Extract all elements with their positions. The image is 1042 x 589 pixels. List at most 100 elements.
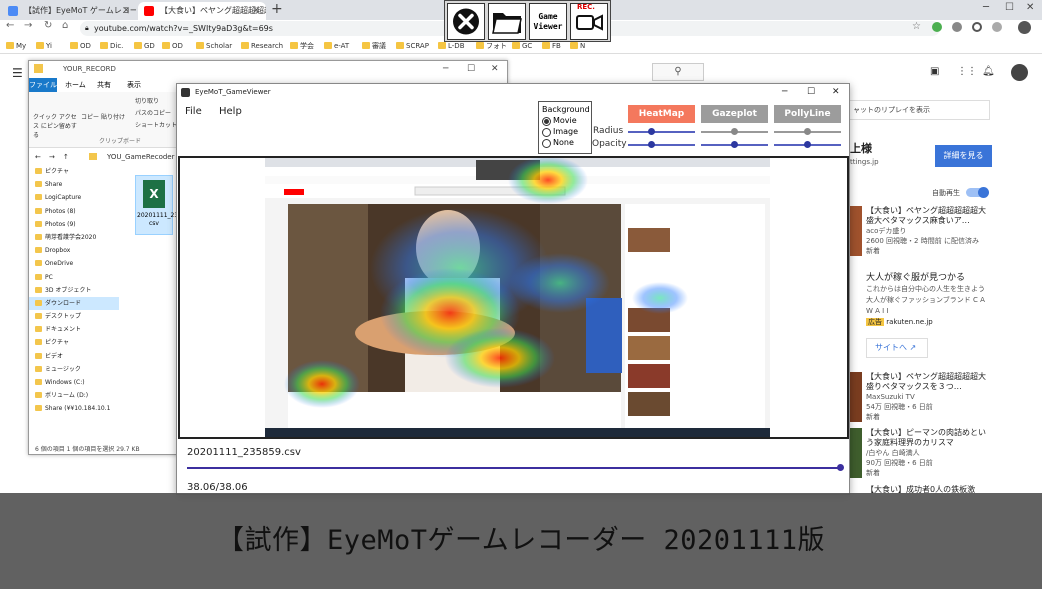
nav-item[interactable]: Windows (C:) xyxy=(29,376,119,389)
up-icon[interactable]: ↑ xyxy=(63,150,69,164)
bookmark-item[interactable]: Research xyxy=(241,38,283,54)
pollyline-button[interactable]: PollyLine xyxy=(774,105,841,123)
nav-item[interactable]: Share (¥¥10.184.10.1 xyxy=(29,402,119,415)
tab-close-icon[interactable]: ✕ xyxy=(252,2,260,20)
nav-item[interactable]: デスクトップ xyxy=(29,310,119,323)
home-icon[interactable]: ⌂ xyxy=(62,20,68,31)
slider-thumb[interactable] xyxy=(731,128,738,135)
nav-item[interactable]: ピクチャ xyxy=(29,336,119,349)
bookmark-item[interactable]: Dic. xyxy=(100,38,123,54)
nav-item[interactable]: ビデオ xyxy=(29,350,119,363)
slider-thumb[interactable] xyxy=(647,141,655,148)
heatmap-radius-slider[interactable] xyxy=(628,128,695,135)
slider-thumb[interactable] xyxy=(647,128,655,135)
nav-item[interactable]: Share xyxy=(29,178,119,191)
copy-button[interactable]: コピー xyxy=(81,112,99,121)
cut-button[interactable]: 切り取り xyxy=(135,96,159,105)
nav-item[interactable]: ピクチャ xyxy=(29,165,119,178)
ad-detail-button[interactable]: 詳細を見る xyxy=(935,145,992,167)
bookmark-item[interactable]: OD xyxy=(70,38,91,54)
csv-file-item[interactable]: X 20201111_23 csv xyxy=(135,175,178,235)
heatmap-opacity-slider[interactable] xyxy=(628,141,695,148)
bookmark-item[interactable]: SCRAP xyxy=(396,38,429,54)
nav-item[interactable]: LogiCapture xyxy=(29,191,119,204)
bookmark-item[interactable]: 学会 xyxy=(290,38,314,54)
bookmark-item[interactable]: My xyxy=(6,38,26,54)
nav-item[interactable]: Photos (8) xyxy=(29,205,119,218)
chat-replay-bar[interactable]: ャットのリプレイを表示 xyxy=(848,100,990,120)
copy-path-button[interactable]: パスのコピー xyxy=(135,108,171,117)
paste-button[interactable]: 貼り付け xyxy=(101,112,125,121)
nav-item[interactable]: Dropbox xyxy=(29,244,119,257)
visit-site-button[interactable]: サイトへ ↗ xyxy=(866,338,928,358)
nav-item[interactable]: ミュージック xyxy=(29,363,119,376)
pollyline-opacity-slider[interactable] xyxy=(774,141,841,148)
youtube-avatar[interactable] xyxy=(1011,64,1028,81)
bookmark-star-icon[interactable]: ☆ xyxy=(912,21,921,32)
profile-avatar[interactable] xyxy=(1018,21,1031,34)
bookmark-item[interactable]: OD xyxy=(162,38,183,54)
slider-thumb[interactable] xyxy=(804,128,811,135)
recorder-game-viewer-button[interactable]: Game Viewer xyxy=(529,3,567,40)
recorder-close-button[interactable] xyxy=(447,3,485,40)
new-tab-button[interactable]: + xyxy=(271,1,283,17)
radio-image[interactable]: Image xyxy=(542,126,588,137)
recorder-folder-button[interactable] xyxy=(488,3,526,40)
bookmark-item[interactable]: e-AT xyxy=(324,38,349,54)
browser-tab-youtube[interactable]: 【大食い】ペヤング超超超超超大 ✕ xyxy=(138,2,266,20)
close-window-icon[interactable]: ✕ xyxy=(1026,2,1034,13)
bookmark-item[interactable]: 審議 xyxy=(362,38,386,54)
slider-thumb[interactable] xyxy=(731,141,738,148)
heatmap-button[interactable]: HeatMap xyxy=(628,105,695,123)
minimize-icon[interactable]: ─ xyxy=(782,84,787,100)
close-icon[interactable]: ✕ xyxy=(491,61,499,77)
bookmark-item[interactable]: GD xyxy=(134,38,155,54)
related-video[interactable]: 【大食い】ペヤング超超超超超大盛大ペタマックス麻食いア… acoデカ盛り 260… xyxy=(866,206,986,256)
nav-item[interactable]: PC xyxy=(29,271,119,284)
close-icon[interactable]: ✕ xyxy=(832,84,840,100)
ribbon-tab-view[interactable]: 表示 xyxy=(127,80,141,90)
recorder-rec-button[interactable]: REC. xyxy=(570,3,608,40)
back-icon[interactable]: ← xyxy=(6,20,14,31)
nav-item[interactable]: ダウンロード xyxy=(29,296,119,311)
tab-close-icon[interactable]: ✕ xyxy=(122,2,130,20)
nav-item[interactable]: ボリューム (D:) xyxy=(29,389,119,402)
pollyline-radius-slider[interactable] xyxy=(774,128,841,135)
video-thumbnail[interactable] xyxy=(850,206,862,256)
forward-icon[interactable]: → xyxy=(24,20,32,31)
nav-item[interactable]: 3D オブジェクト xyxy=(29,284,119,297)
slider-thumb[interactable] xyxy=(804,141,811,148)
autoplay-toggle[interactable] xyxy=(966,187,989,198)
maximize-icon[interactable]: ☐ xyxy=(467,61,475,77)
heatmap-viewport[interactable] xyxy=(178,156,849,439)
gazeplot-opacity-slider[interactable] xyxy=(701,141,768,148)
nav-item[interactable]: ドキュメント xyxy=(29,323,119,336)
create-video-icon[interactable]: ▣ xyxy=(930,66,939,77)
radio-movie[interactable]: Movie xyxy=(542,115,588,126)
back-icon[interactable]: ← xyxy=(35,150,41,164)
radio-none[interactable]: None xyxy=(542,137,588,148)
extension-icon[interactable] xyxy=(932,22,942,32)
ribbon-tab-share[interactable]: 共有 xyxy=(97,80,111,90)
pin-quick-access-button[interactable]: クイック アクセス にピン留めする xyxy=(33,112,77,139)
ribbon-tab-file[interactable]: ファイル xyxy=(29,78,57,92)
nav-item[interactable]: 萌芽看護学会2020 xyxy=(29,231,119,244)
youtube-search-button[interactable]: ⚲ xyxy=(652,63,704,81)
maximize-icon[interactable]: ☐ xyxy=(807,84,815,100)
related-video[interactable]: 【大食い】ピーマンの肉詰めという家庭料理界のカリスマ /白やん 白崎満人 90万… xyxy=(866,428,986,478)
extension-icon[interactable] xyxy=(992,22,1002,32)
browser-tab-recorder[interactable]: 【試作】EyeMoT ゲームレコーダー | ホ ✕ xyxy=(2,2,136,20)
minimize-icon[interactable]: ─ xyxy=(983,2,989,13)
ad-card[interactable]: 大人が稼ぐ服が見つかる これからは自分中心の人生を生きよう大人が稼ぐファッション… xyxy=(866,273,990,328)
video-thumbnail[interactable] xyxy=(850,428,862,478)
bookmark-item[interactable]: Yi xyxy=(36,38,52,54)
playback-progress-bar[interactable] xyxy=(187,467,843,469)
extension-icon[interactable] xyxy=(972,22,982,32)
menu-help[interactable]: Help xyxy=(219,106,242,117)
ribbon-tab-home[interactable]: ホーム xyxy=(65,80,86,90)
extension-icon[interactable] xyxy=(952,22,962,32)
forward-icon[interactable]: → xyxy=(49,150,55,164)
maximize-icon[interactable]: ☐ xyxy=(1005,2,1014,13)
apps-grid-icon[interactable]: ⋮⋮ xyxy=(957,66,977,77)
gazeplot-button[interactable]: Gazeplot xyxy=(701,105,768,123)
